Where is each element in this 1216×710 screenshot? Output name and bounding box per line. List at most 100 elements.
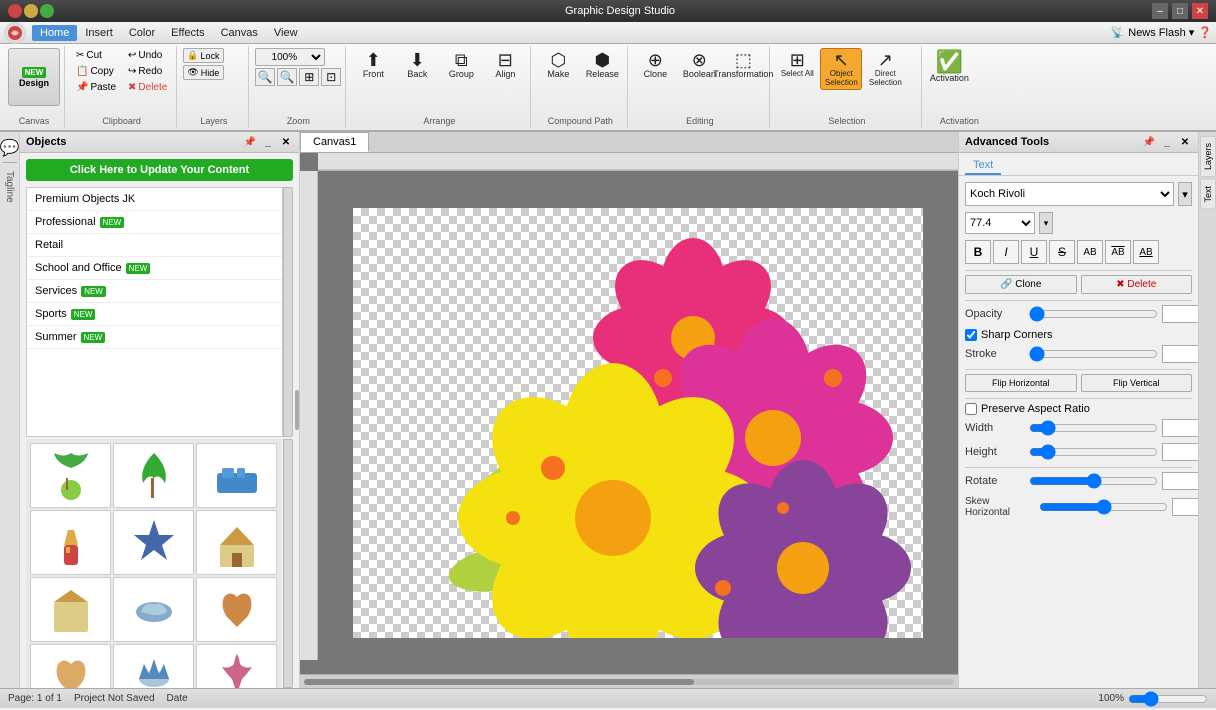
direct-selection-button[interactable]: ↗ Direct Selection (864, 48, 906, 90)
rotate-input[interactable]: 0 (1162, 472, 1198, 490)
menu-effects[interactable]: Effects (163, 25, 212, 41)
opacity-input[interactable]: 0 (1162, 305, 1198, 323)
zoom-fit-button[interactable]: ⊞ (299, 68, 319, 86)
width-input[interactable]: 10 (1162, 419, 1198, 437)
list-item[interactable]: School and Office NEW (27, 257, 282, 280)
paste-button[interactable]: 📌 Paste (71, 80, 121, 95)
font-size-select[interactable]: 77.4724836 (965, 212, 1035, 234)
front-button[interactable]: ⬆ Front (352, 48, 394, 82)
menu-color[interactable]: Color (121, 25, 163, 41)
preserve-aspect-checkbox[interactable] (965, 403, 977, 415)
comment-icon[interactable]: 💬 (0, 138, 19, 158)
zoom-slider[interactable] (1128, 691, 1208, 707)
panel-minimize-button[interactable]: _ (261, 135, 275, 149)
activation-button[interactable]: ✅ Activation (928, 48, 970, 86)
help-icon[interactable]: ❓ (1198, 26, 1212, 39)
grid-item[interactable] (30, 577, 111, 642)
copy-button[interactable]: 📋 Copy (71, 64, 121, 79)
group-button[interactable]: ⧉ Group (440, 48, 482, 82)
canvas-workspace[interactable] (353, 208, 923, 638)
release-button[interactable]: ⬢ Release (581, 48, 623, 82)
grid-scrollbar[interactable] (283, 439, 293, 689)
lowercase-button[interactable]: AB (1133, 240, 1159, 264)
grid-item[interactable] (113, 510, 194, 575)
layers-vertical-tab[interactable]: Layers (1200, 136, 1216, 177)
text-tab[interactable]: Text (965, 157, 1001, 175)
news-flash[interactable]: News Flash ▾ (1128, 26, 1194, 39)
transformation-button[interactable]: ⬚ Transformation (722, 48, 764, 82)
list-item[interactable]: Premium Objects JK (27, 188, 282, 211)
menu-home[interactable]: Home (32, 25, 77, 41)
zoom-out-button[interactable]: 🔍 (255, 68, 275, 86)
menu-insert[interactable]: Insert (77, 25, 121, 41)
underline-button[interactable]: U (1021, 240, 1047, 264)
design-button[interactable]: NEW Design (8, 48, 60, 106)
canvas-horizontal-scrollbar[interactable] (300, 674, 958, 688)
italic-button[interactable]: I (993, 240, 1019, 264)
zoom-actual-button[interactable]: ⊡ (321, 68, 341, 86)
list-item[interactable]: Retail (27, 234, 282, 257)
delete-action-button[interactable]: ✖ Delete (1081, 275, 1193, 294)
panel-resize-handle[interactable] (295, 390, 299, 430)
maximize-button[interactable]: □ (1172, 3, 1188, 19)
skew-input[interactable]: 0 (1172, 498, 1198, 516)
grid-item[interactable] (196, 577, 277, 642)
close-button[interactable]: ✕ (1192, 3, 1208, 19)
hide-button[interactable]: 👁 Hide (183, 65, 223, 80)
grid-item[interactable] (196, 443, 277, 508)
font-dropdown-arrow[interactable]: ▾ (1178, 182, 1192, 206)
width-slider[interactable] (1029, 421, 1158, 435)
update-content-button[interactable]: Click Here to Update Your Content (26, 159, 293, 181)
uppercase-button[interactable]: AB (1077, 240, 1103, 264)
strikethrough-button[interactable]: S (1049, 240, 1075, 264)
redo-button[interactable]: ↪ Redo (123, 64, 172, 79)
zoom-select[interactable]: 100%50%150%200% (255, 48, 325, 66)
back-button[interactable]: ⬇ Back (396, 48, 438, 82)
list-item[interactable]: Summer NEW (27, 326, 282, 349)
list-scrollbar[interactable] (283, 187, 293, 437)
grid-item[interactable] (30, 443, 111, 508)
select-all-button[interactable]: ⊞ Select All (776, 48, 818, 81)
canvas-scroll-area[interactable] (300, 153, 958, 674)
skew-slider[interactable] (1039, 500, 1168, 514)
list-item[interactable]: Services NEW (27, 280, 282, 303)
list-item[interactable]: Professional NEW (27, 211, 282, 234)
opacity-slider[interactable] (1029, 307, 1158, 321)
grid-item[interactable] (196, 644, 277, 689)
height-slider[interactable] (1029, 445, 1158, 459)
panel-close-button[interactable]: ✕ (279, 135, 293, 149)
font-select[interactable]: Koch Rivoli Arial Times New Roman (965, 182, 1174, 206)
font-size-dropdown-arrow[interactable]: ▾ (1039, 212, 1053, 234)
delete-button[interactable]: ✖ Delete (123, 80, 172, 95)
minimize-button[interactable]: – (1152, 3, 1168, 19)
make-button[interactable]: ⬡ Make (537, 48, 579, 82)
sharp-corners-checkbox[interactable] (965, 329, 977, 341)
grid-item[interactable] (30, 644, 111, 689)
flip-horizontal-button[interactable]: Flip Horizontal (965, 374, 1077, 392)
object-selection-button[interactable]: ↖ Object Selection (820, 48, 862, 90)
adv-panel-close[interactable]: ✕ (1178, 135, 1192, 149)
list-item[interactable]: Sports NEW (27, 303, 282, 326)
cut-button[interactable]: ✂ Cut (71, 48, 121, 63)
grid-item[interactable] (113, 644, 194, 689)
grid-item[interactable] (196, 510, 277, 575)
grid-item[interactable] (113, 443, 194, 508)
clone-button[interactable]: ⊕ Clone (634, 48, 676, 82)
grid-item[interactable] (30, 510, 111, 575)
menu-view[interactable]: View (266, 25, 306, 41)
height-input[interactable]: 10 (1162, 443, 1198, 461)
stroke-input[interactable]: 0 (1162, 345, 1198, 363)
small-caps-button[interactable]: AB (1105, 240, 1131, 264)
menu-canvas[interactable]: Canvas (213, 25, 266, 41)
stroke-slider[interactable] (1029, 347, 1158, 361)
undo-button[interactable]: ↩ Undo (123, 48, 172, 63)
panel-pin-button[interactable]: 📌 (243, 135, 257, 149)
lock-button[interactable]: 🔒 Lock (183, 48, 223, 63)
tagline-tool[interactable]: Tagline (4, 171, 15, 203)
text-vertical-tab[interactable]: Text (1200, 179, 1216, 210)
align-button[interactable]: ⊟ Align (484, 48, 526, 82)
canvas-tab[interactable]: Canvas1 (300, 132, 369, 152)
bold-button[interactable]: B (965, 240, 991, 264)
grid-item[interactable] (113, 577, 194, 642)
rotate-slider[interactable] (1029, 474, 1158, 488)
